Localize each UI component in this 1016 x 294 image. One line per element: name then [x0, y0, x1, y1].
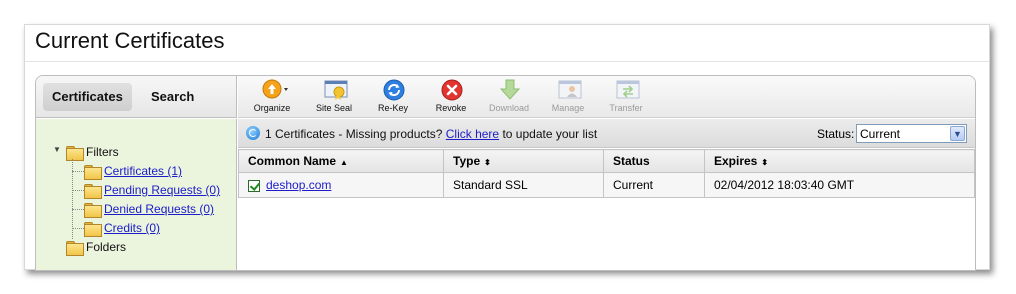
revoke-icon [441, 79, 463, 101]
tree-item-pending-requests[interactable]: Pending Requests (0) [84, 181, 220, 199]
status-filter-value: Current [860, 127, 901, 141]
manage-icon [558, 79, 582, 99]
organize-label: Organize [253, 103, 291, 113]
cell-common-name: deshop.com [238, 172, 444, 198]
cell-expires: 02/04/2012 18:03:40 GMT [704, 172, 975, 198]
certificates-table: Common Name ▲ Type ⬍ Status Expires ⬍ de… [238, 149, 975, 198]
rekey-button[interactable]: Re-Key [363, 79, 423, 113]
manage-button[interactable]: Manage [538, 79, 598, 113]
status-filter-select[interactable]: Current ▼ [856, 124, 967, 143]
tree-item-denied-requests[interactable]: Denied Requests (0) [84, 200, 214, 218]
certificates-window: Current Certificates Certificates Search… [24, 24, 990, 271]
transfer-button[interactable]: Transfer [596, 79, 656, 113]
sort-icon: ⬍ [761, 158, 769, 167]
column-header-label: Status [613, 154, 650, 168]
revoke-label: Revoke [435, 103, 467, 113]
tree-link-denied-requests[interactable]: Denied Requests (0) [104, 202, 214, 216]
info-bar: 1 Certificates - Missing products? Click… [238, 119, 975, 148]
tree-connector [72, 171, 84, 172]
manage-label: Manage [551, 103, 585, 113]
info-message-suffix: to update your list [502, 127, 598, 141]
tree-label-folders: Folders [86, 240, 127, 254]
folder-icon [84, 221, 102, 237]
column-header-label: Common Name [248, 154, 337, 168]
download-button[interactable]: Download [479, 79, 539, 113]
folder-icon [84, 164, 102, 180]
status-filter-label: Status: [817, 127, 855, 141]
folder-icon [66, 145, 84, 161]
certificates-panel: Certificates Search ▼ Filters Certificat… [35, 75, 976, 271]
update-list-link[interactable]: Click here [446, 127, 499, 141]
column-header-type[interactable]: Type ⬍ [443, 149, 604, 173]
column-header-label: Type [453, 154, 481, 168]
page-title: Current Certificates [35, 28, 225, 53]
sort-icon: ⬍ [484, 158, 491, 167]
download-label: Download [488, 103, 530, 113]
site-seal-label: Site Seal [315, 103, 353, 113]
tree-item-credits[interactable]: Credits (0) [84, 219, 160, 237]
left-tab-bar: Certificates Search [36, 76, 237, 118]
tree-connector [72, 190, 84, 191]
chevron-down-icon[interactable]: ▼ [950, 126, 965, 141]
row-select-checkbox[interactable] [248, 179, 260, 192]
tree-item-certificates[interactable]: Certificates (1) [84, 162, 182, 180]
tree-connector [72, 228, 84, 229]
sort-ascending-icon: ▲ [340, 158, 348, 167]
filter-tree: ▼ Filters Certificates (1) Pending Reque… [36, 119, 237, 270]
refresh-icon [246, 126, 260, 140]
column-header-expires[interactable]: Expires ⬍ [704, 149, 975, 173]
collapse-arrow-icon[interactable]: ▼ [53, 145, 61, 154]
certificate-link[interactable]: deshop.com [266, 178, 331, 192]
tree-item-folders[interactable]: Folders [66, 238, 126, 256]
column-header-common-name[interactable]: Common Name ▲ [238, 149, 444, 173]
column-header-status[interactable]: Status [603, 149, 705, 173]
title-divider [25, 61, 989, 62]
tree-link-pending-requests[interactable]: Pending Requests (0) [104, 183, 220, 197]
tab-certificates[interactable]: Certificates [43, 83, 132, 111]
organize-icon [262, 79, 288, 99]
folder-icon [84, 202, 102, 218]
tree-item-filters[interactable]: Filters [66, 143, 119, 161]
column-header-label: Expires [714, 154, 758, 168]
info-message-text: 1 Certificates - Missing products? [265, 127, 443, 141]
tree-connector [72, 209, 84, 210]
folder-icon [84, 183, 102, 199]
transfer-label: Transfer [609, 103, 643, 113]
cell-status: Current [603, 172, 705, 198]
table-row[interactable]: deshop.com Standard SSL Current 02/04/20… [238, 172, 975, 198]
tree-label-filters: Filters [86, 145, 119, 159]
organize-button[interactable]: Organize [242, 79, 302, 113]
action-toolbar: Organize Site Seal Re-Key Revoke Downloa… [238, 76, 975, 118]
tab-search[interactable]: Search [142, 83, 203, 111]
tree-link-certificates[interactable]: Certificates (1) [104, 164, 182, 178]
rekey-label: Re-Key [377, 103, 408, 113]
transfer-icon [616, 79, 640, 99]
site-seal-button[interactable]: Site Seal [304, 79, 364, 113]
revoke-button[interactable]: Revoke [421, 79, 481, 113]
table-header-row: Common Name ▲ Type ⬍ Status Expires ⬍ [238, 149, 975, 173]
info-message: 1 Certificates - Missing products? Click… [265, 127, 597, 141]
folder-icon [66, 240, 84, 256]
rekey-icon [383, 79, 405, 101]
cell-type: Standard SSL [443, 172, 604, 198]
site-seal-icon [324, 79, 348, 100]
tree-link-credits[interactable]: Credits (0) [104, 221, 160, 235]
download-icon [499, 79, 521, 100]
